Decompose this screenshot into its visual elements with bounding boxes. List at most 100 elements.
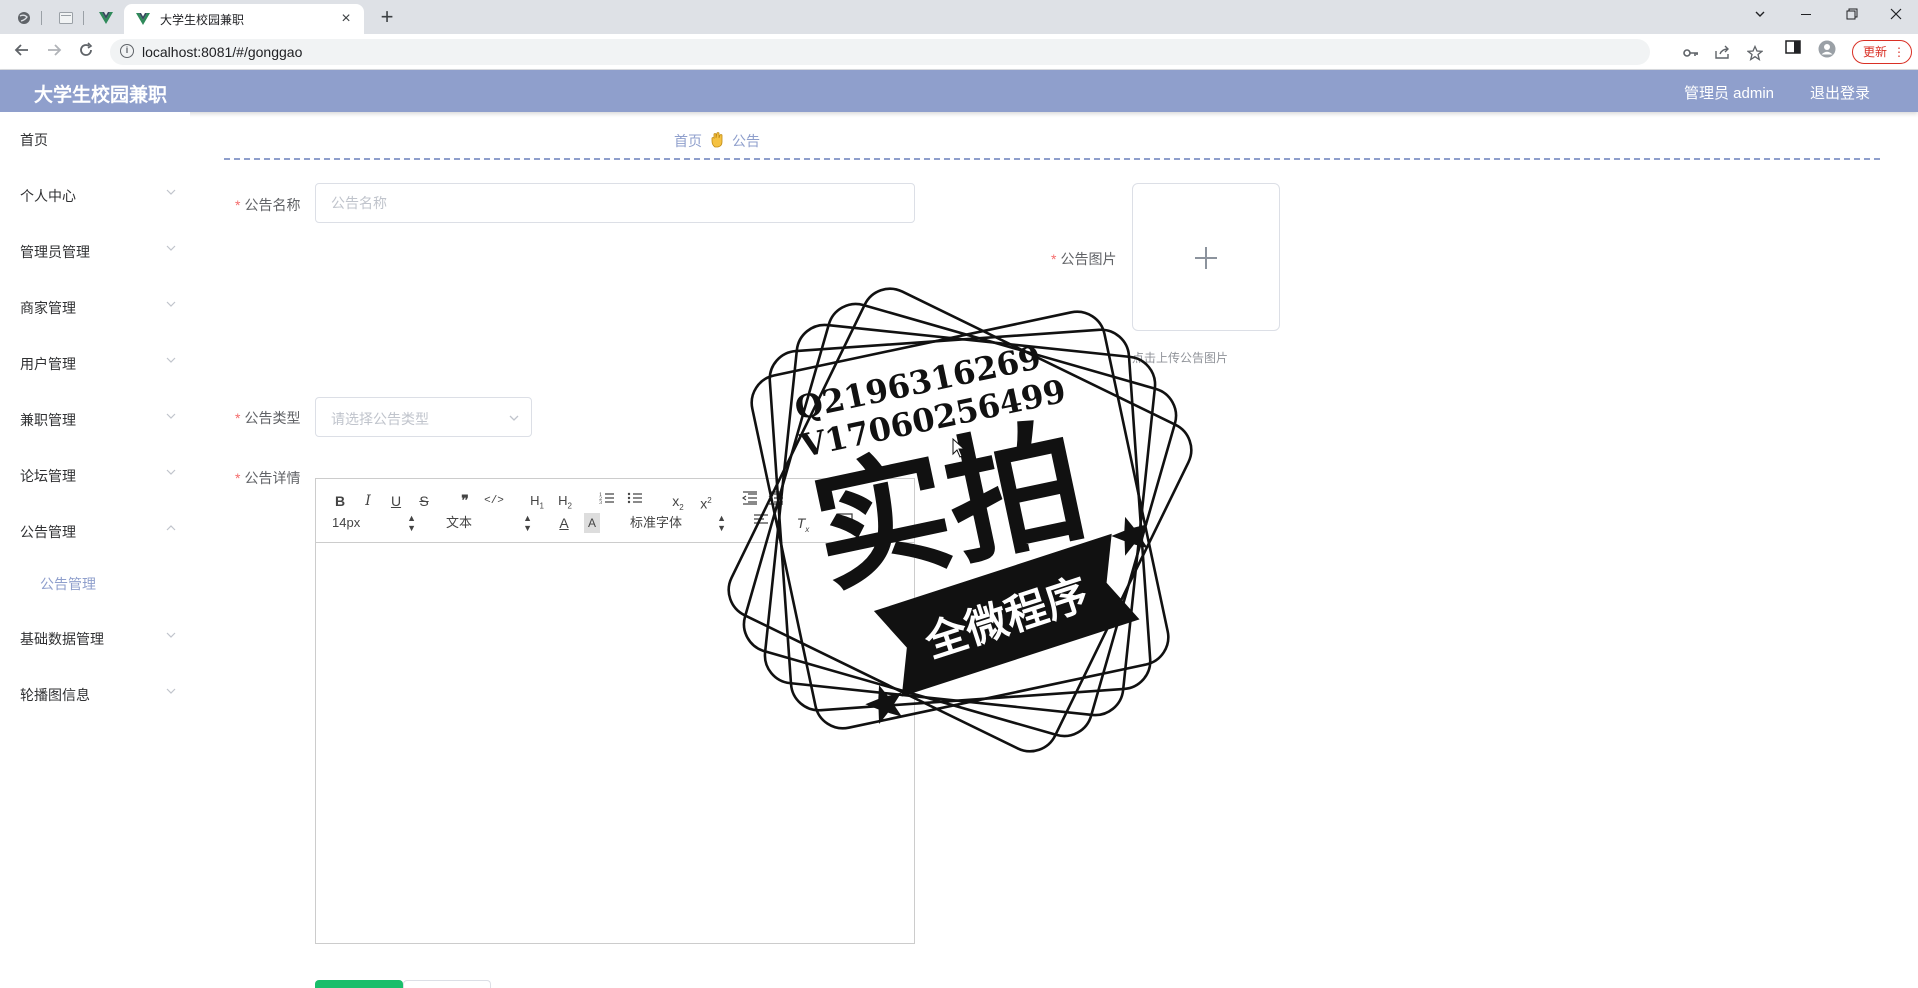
cancel-button[interactable] <box>403 980 491 988</box>
sidebar-item-admin[interactable]: 管理员管理 <box>0 231 190 271</box>
ordered-list-icon[interactable]: 123 <box>598 491 616 511</box>
forward-icon[interactable] <box>42 40 66 64</box>
editor-toolbar: B I U S ❞ </> H1 H2 123 x2 x2 14px ▲ ▼ 文… <box>316 479 914 543</box>
image-insert-icon[interactable] <box>836 513 854 533</box>
header-picker-value: 文本 <box>446 515 473 530</box>
key-icon[interactable] <box>1682 45 1700 63</box>
submit-button[interactable] <box>315 980 403 988</box>
breadcrumb: 首页 公告 <box>674 131 760 151</box>
rich-text-editor: B I U S ❞ </> H1 H2 123 x2 x2 14px ▲ ▼ 文… <box>315 478 915 944</box>
chevron-down-icon <box>166 688 176 694</box>
pinned-tab-3[interactable] <box>88 5 124 31</box>
image-field-label: * 公告图片 <box>1051 251 1117 267</box>
editor-content-area[interactable] <box>316 543 914 943</box>
sidebar-item-notice[interactable]: 公告管理 <box>0 511 190 551</box>
sidebar-item-home[interactable]: 首页 <box>0 119 190 159</box>
breadcrumb-divider <box>224 158 1880 160</box>
sidebar-item-label: 兼职管理 <box>20 412 76 428</box>
clear-format-icon[interactable]: Tx <box>794 513 812 534</box>
app-brand: 大学生校园兼职 <box>34 85 168 106</box>
tab-close-icon[interactable]: × <box>338 11 354 27</box>
bullet-list-icon[interactable] <box>626 491 644 511</box>
bookmark-star-icon[interactable] <box>1746 44 1764 63</box>
logout-link[interactable]: 退出登录 <box>1810 82 1870 103</box>
header-2-icon[interactable]: H2 <box>554 491 576 511</box>
breadcrumb-current: 公告 <box>732 133 760 149</box>
font-family-picker[interactable]: 标准字体 ▲ ▼ <box>630 513 726 533</box>
share-icon[interactable] <box>1714 45 1732 63</box>
sidebar-menu: 首页 个人中心 管理员管理 商家管理 用户管理 兼职管理 论坛管理 公告管理 公… <box>0 112 190 988</box>
background-color-icon[interactable]: A <box>584 513 600 533</box>
outdent-icon[interactable] <box>741 491 759 511</box>
new-tab-button[interactable]: + <box>376 6 398 29</box>
chevron-up-icon <box>166 525 176 531</box>
back-icon[interactable] <box>10 40 34 64</box>
strikethrough-icon[interactable]: S <box>416 491 432 511</box>
superscript-icon[interactable]: x2 <box>696 491 716 512</box>
header-1-icon[interactable]: H1 <box>526 491 548 511</box>
address-bar[interactable]: i localhost:8081/#/gonggao <box>110 39 1764 65</box>
code-block-icon[interactable]: </> <box>484 491 504 511</box>
pinned-tab-1[interactable] <box>6 5 42 31</box>
active-tab[interactable]: 大学生校园兼职 × <box>124 4 364 34</box>
browser-tab-bar: 大学生校园兼职 × + <box>0 0 1918 34</box>
update-button[interactable]: 更新 ⋮ <box>1852 40 1912 64</box>
sidebar-subitem-notice-manage[interactable]: 公告管理 <box>0 563 190 603</box>
mouse-cursor-icon <box>952 438 966 458</box>
side-panel-icon[interactable] <box>1784 40 1802 58</box>
sidebar-item-base-data[interactable]: 基础数据管理 <box>0 618 190 658</box>
sidebar-item-parttime[interactable]: 兼职管理 <box>0 399 190 439</box>
sidebar-item-merchant[interactable]: 商家管理 <box>0 287 190 327</box>
type-field-label: * 公告类型 <box>235 410 301 426</box>
font-size-value: 14px <box>332 515 361 530</box>
sidebar-item-forum[interactable]: 论坛管理 <box>0 455 190 495</box>
sidebar-item-label: 首页 <box>20 132 48 148</box>
font-color-icon[interactable]: A <box>556 513 572 533</box>
sidebar-item-label: 基础数据管理 <box>20 631 104 647</box>
sidebar-item-label: 个人中心 <box>20 188 76 204</box>
subscript-icon[interactable]: x2 <box>668 491 688 512</box>
indent-icon[interactable] <box>767 491 785 511</box>
browser-toolbar: i localhost:8081/#/gonggao 更新 ⋮ <box>0 34 1918 70</box>
site-info-icon[interactable]: i <box>120 44 134 58</box>
underline-icon[interactable]: U <box>388 491 404 511</box>
sidebar-subitem-label: 公告管理 <box>40 576 96 592</box>
watermark-line2: V17060256499 <box>796 372 1069 465</box>
sidebar-item-label: 论坛管理 <box>20 468 76 484</box>
sidebar-item-carousel[interactable]: 轮播图信息 <box>0 674 190 714</box>
select-placeholder: 请选择公告类型 <box>331 411 429 427</box>
globe-icon <box>18 12 30 24</box>
restore-icon[interactable] <box>1832 4 1872 28</box>
notice-name-input[interactable] <box>315 183 915 223</box>
app-header: 大学生校园兼职 管理员 admin 退出登录 <box>0 70 1918 112</box>
screen: 大学生校园兼职 × + i localhost:8081/#/gonggao 更… <box>0 0 1918 988</box>
chevron-down-icon <box>166 632 176 638</box>
hand-pointer-icon <box>710 131 724 151</box>
name-field-label: * 公告名称 <box>235 197 301 213</box>
italic-icon[interactable]: I <box>360 491 376 511</box>
minimize-icon[interactable] <box>1786 4 1826 28</box>
tab-search-icon[interactable] <box>1740 4 1780 28</box>
blockquote-icon[interactable]: ❞ <box>456 491 474 511</box>
reload-icon[interactable] <box>74 40 98 64</box>
close-window-icon[interactable] <box>1876 4 1916 28</box>
pinned-tab-2[interactable] <box>48 5 84 31</box>
sidebar-item-label: 用户管理 <box>20 356 76 372</box>
bold-icon[interactable]: B <box>332 491 348 511</box>
chevron-down-icon <box>509 415 519 421</box>
detail-field-label: * 公告详情 <box>235 470 301 486</box>
sidebar-item-profile[interactable]: 个人中心 <box>0 175 190 215</box>
chevron-down-icon <box>166 301 176 307</box>
updown-caret-icon: ▲ ▼ <box>407 513 416 533</box>
font-size-picker[interactable]: 14px ▲ ▼ <box>332 513 416 533</box>
header-picker[interactable]: 文本 ▲ ▼ <box>446 513 532 533</box>
align-icon[interactable] <box>752 513 770 533</box>
vue-icon <box>136 13 150 25</box>
notice-type-select[interactable]: 请选择公告类型 <box>315 397 532 437</box>
chevron-down-icon <box>166 245 176 251</box>
image-uploader[interactable] <box>1132 183 1280 331</box>
sidebar-item-user[interactable]: 用户管理 <box>0 343 190 383</box>
chevron-down-icon <box>166 189 176 195</box>
profile-avatar-icon[interactable] <box>1818 40 1836 58</box>
breadcrumb-home[interactable]: 首页 <box>674 131 702 151</box>
